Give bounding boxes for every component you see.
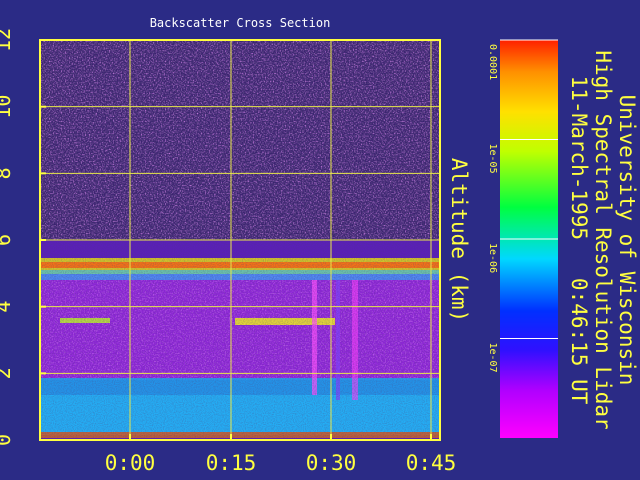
colorbar-tick-label: 0.0001 [487,44,498,80]
x-tick-labels: 0:00 0:15 0:30 0:45 [105,451,457,475]
side-title-line3: 11-March-1995 0:46:15 UT [567,76,591,405]
colorbar-tick-label: 1e-06 [487,243,498,273]
side-title-line1: University of Wisconsin [615,95,639,386]
x-tick-label: 0:15 [206,451,257,475]
lidar-figure: Backscatter Cross Section 0 2 4 6 8 10 12 [0,16,639,475]
y-tick-label: 8 [0,167,15,179]
side-title-line2: High Spectral Resolution Lidar [591,50,615,429]
y-tick-labels: 0 2 4 6 8 10 12 [0,28,15,446]
x-tick-label: 0:45 [406,451,457,475]
y-tick-label: 12 [0,28,15,52]
chart-title: Backscatter Cross Section [150,16,331,30]
y-axis-label: Altitude (km) [447,158,471,322]
colorbar-tick-labels: 0.0001 1e-05 1e-06 1e-07 [487,44,498,373]
colorbar-tick-label: 1e-07 [487,343,498,373]
y-tick-label: 2 [0,367,15,379]
colorbar-tick-label: 1e-05 [487,144,498,174]
x-tick-label: 0:00 [105,451,156,475]
side-title: University of Wisconsin High Spectral Re… [567,50,639,429]
x-tick-label: 0:30 [306,451,357,475]
y-tick-label: 0 [0,434,15,446]
y-tick-label: 10 [0,95,15,119]
y-tick-label: 4 [0,301,15,313]
y-tick-label: 6 [0,234,15,246]
